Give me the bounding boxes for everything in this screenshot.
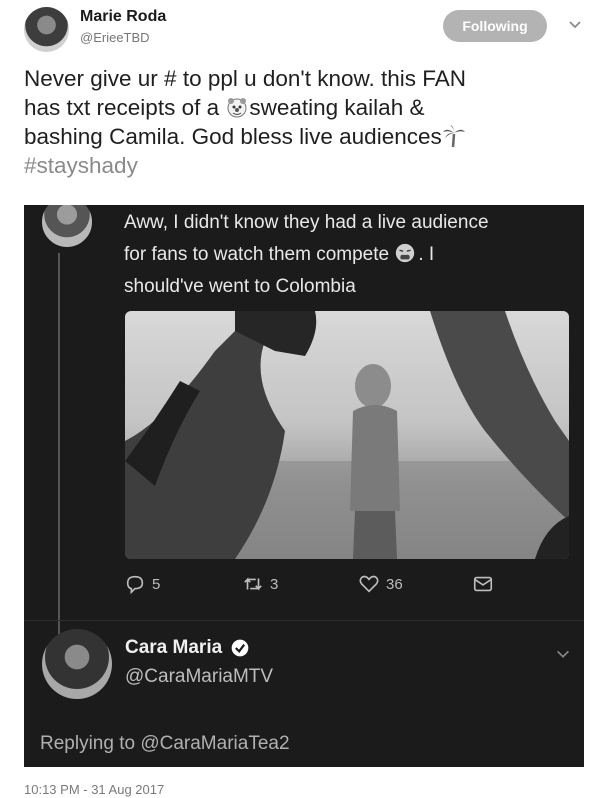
tweet-text: Never give ur # to ppl u don't know. thi… (24, 64, 584, 180)
following-button[interactable]: Following (443, 10, 547, 42)
tweet-timestamp[interactable]: 10:13 PM - 31 Aug 2017 (24, 782, 164, 797)
hashtag-link[interactable]: #stayshady (24, 153, 138, 178)
heart-icon (359, 575, 379, 593)
account-handle[interactable]: @CaraMariaMTV (125, 666, 273, 688)
account-avatar[interactable] (42, 629, 112, 699)
retweet-count: 3 (270, 575, 279, 593)
reply-action[interactable]: 5 (124, 573, 160, 595)
reply-photo[interactable] (125, 311, 569, 559)
chevron-down-icon[interactable] (565, 14, 585, 34)
like-count: 36 (386, 575, 403, 593)
reply-actions: 5 3 36 (124, 573, 524, 597)
divider (24, 620, 584, 621)
author-handle[interactable]: @ErieeTBD (80, 30, 150, 45)
reply-icon (126, 575, 144, 595)
reply-text: Aww, I didn't know they had a live audie… (124, 207, 574, 303)
message-action[interactable] (472, 573, 494, 595)
thread-line (58, 253, 60, 643)
reply-line-2a: for fans to watch them compete (124, 244, 395, 265)
reply-avatar (40, 205, 94, 249)
reply-line-2b: . I (418, 244, 435, 265)
retweet-icon (244, 577, 262, 591)
author-name[interactable]: Marie Roda (80, 8, 166, 26)
tweet-line-1: Never give ur # to ppl u don't know. thi… (24, 66, 467, 91)
tweet-line-3: bashing Camila. God bless live audiences (24, 124, 442, 149)
author-avatar[interactable] (24, 7, 69, 52)
chevron-down-icon[interactable] (554, 645, 572, 663)
tweet-line-2b: sweating kailah & (249, 95, 425, 120)
envelope-icon (473, 576, 493, 592)
reply-line-1: Aww, I didn't know they had a live audie… (124, 212, 489, 233)
reply-count: 5 (152, 575, 161, 593)
like-action[interactable]: 36 (358, 573, 403, 595)
palm-tree-icon (442, 124, 466, 148)
reply-line-3: should've went to Colombia (124, 276, 356, 297)
tweet-line-2a: has txt receipts of a (24, 95, 226, 120)
account-name-row[interactable]: Cara Maria (125, 637, 250, 659)
verified-badge-icon (231, 639, 249, 657)
account-name: Cara Maria (125, 637, 223, 658)
retweet-action[interactable]: 3 (242, 573, 278, 595)
embedded-screenshot: Aww, I didn't know they had a live audie… (24, 205, 584, 767)
clown-face-icon (225, 95, 249, 119)
replying-to: Replying to @CaraMariaTea2 (40, 733, 290, 754)
weary-face-icon (394, 242, 418, 266)
